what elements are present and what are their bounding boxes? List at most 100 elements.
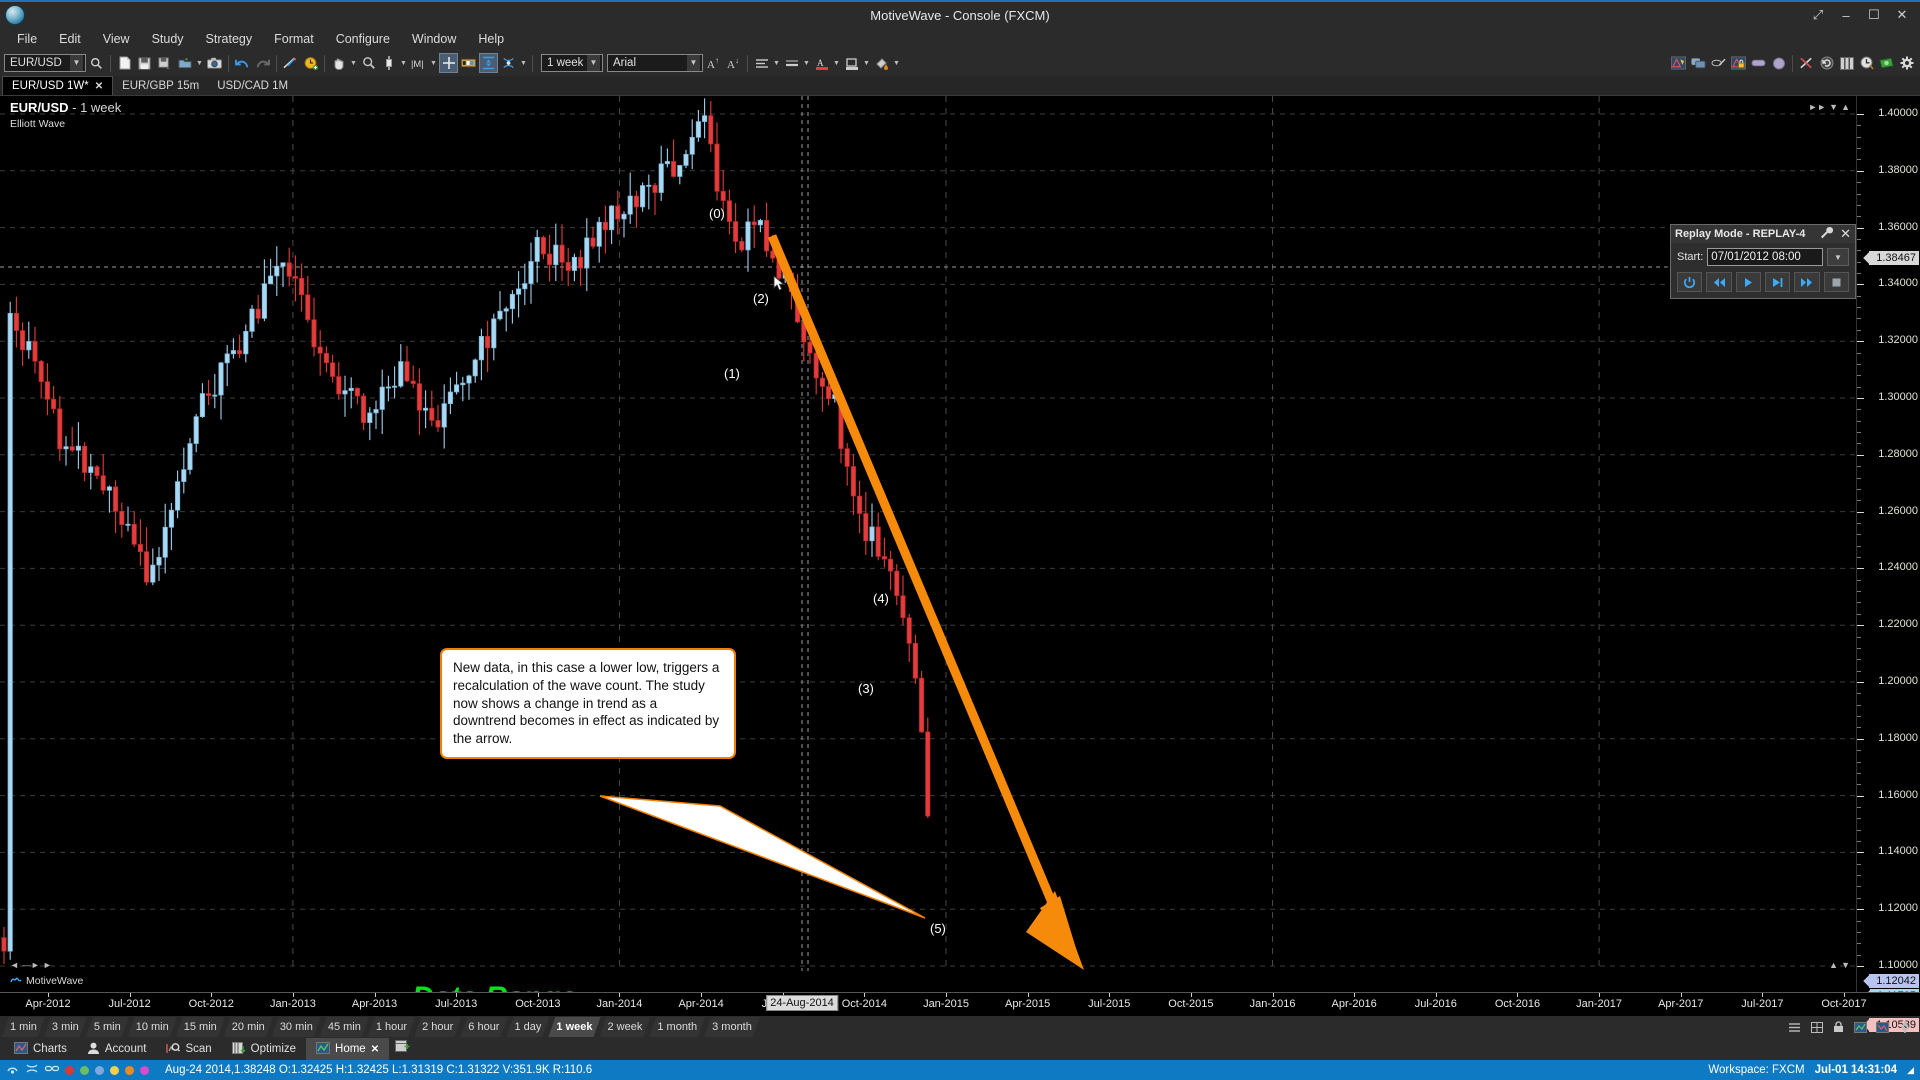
date-axis[interactable]: Apr-2012 Jul-2012 Oct-2012 Jan-2013 Apr-2013… [0,992,1920,1016]
timeframe-chip-1-month[interactable]: 1 month [649,1017,705,1037]
menu-item-file[interactable]: File [6,30,48,48]
maximize-icon[interactable]: ☐ [1860,3,1888,27]
price-axis[interactable]: 1.40000 1.38000 1.36000 1.34000 1.32000 1.300… [1856,96,1920,1032]
chevron-down-icon[interactable]: ▼ [832,60,841,67]
money-icon[interactable] [1877,53,1896,73]
new-doc-icon[interactable] [115,53,134,73]
hand-icon[interactable] [329,53,348,73]
timeframe-chip-5-min[interactable]: 5 min [86,1017,129,1037]
timeframe-chip-20-min[interactable]: 20 min [224,1017,273,1037]
timeframe-chip-2-hour[interactable]: 2 hour [414,1017,461,1037]
timeframe-chip-45-min[interactable]: 45 min [320,1017,369,1037]
connection-icon[interactable] [6,1063,19,1078]
settings-small-icon[interactable] [1895,1017,1914,1037]
chevron-down-icon[interactable]: ▼ [349,60,358,67]
link-dot-4[interactable] [125,1065,134,1075]
chart-tab-0[interactable]: EUR/USD 1W* ✕ [2,76,114,95]
chevron-down-icon[interactable]: ▼ [892,60,901,67]
replay-mode-panel[interactable]: Replay Mode - REPLAY-4 ✕ Start: 07/01/20… [1670,224,1856,299]
close-icon[interactable]: ✕ [1840,226,1851,242]
list-icon[interactable] [1785,1017,1804,1037]
chevron-down-icon[interactable]: ▼ [802,60,811,67]
link-icon[interactable] [499,53,518,73]
fill-color-icon[interactable] [842,53,861,73]
bottom-tab-optimize[interactable]: Optimize [222,1038,306,1060]
timeframe-chip-2-week[interactable]: 2 week [600,1017,651,1037]
lock-icon[interactable] [1729,53,1748,73]
chevron-down-icon[interactable]: ▼ [195,60,204,67]
fit-vertical-icon[interactable] [479,53,498,73]
stop-icon[interactable] [1823,272,1849,292]
menu-item-strategy[interactable]: Strategy [195,30,264,48]
open-folder-icon[interactable] [175,53,194,73]
menu-item-view[interactable]: View [92,30,141,48]
scroll-left-icon[interactable]: ◄ [10,960,19,970]
scroll-up-icon[interactable]: ▲ [1829,960,1838,970]
replay-start-input[interactable]: 07/01/2012 08:00 [1707,248,1823,266]
wave-label-1[interactable]: (2) [753,291,769,306]
chart-right-icon[interactable] [1873,1017,1892,1037]
lock-small-icon[interactable] [1829,1017,1848,1037]
collapse-icon[interactable]: ▼ [1829,102,1838,112]
text-color-icon[interactable]: A [812,53,831,73]
chain-icon[interactable] [44,1064,60,1076]
symbol-combo[interactable]: EUR/USD ▼ [4,54,86,72]
timeframe-chip-10-min[interactable]: 10 min [128,1017,177,1037]
line-style-icon[interactable] [782,53,801,73]
expand-up-icon[interactable]: ▲ [1841,102,1850,112]
rewind-icon[interactable] [1706,272,1732,292]
comment-icon[interactable] [1689,53,1708,73]
refresh-icon[interactable] [1817,53,1836,73]
tools2-icon[interactable] [1797,53,1816,73]
crosshair-icon[interactable] [439,53,458,73]
menu-item-edit[interactable]: Edit [48,30,92,48]
clock-icon[interactable] [1857,53,1876,73]
restore-icon[interactable]: ⤢ [1804,3,1832,27]
wrench-icon[interactable] [1820,226,1834,242]
bottom-tab-charts[interactable]: Charts [4,1038,77,1060]
annotation-callout[interactable]: New data, in this case a lower low, trig… [440,648,736,760]
timeframe-chip-3-min[interactable]: 3 min [44,1017,87,1037]
grid-icon[interactable] [1807,1017,1826,1037]
search-icon[interactable] [87,53,106,73]
menu-item-window[interactable]: Window [401,30,467,48]
play-icon[interactable] [1735,272,1761,292]
chart-left-icon[interactable] [1851,1017,1870,1037]
bottom-tab-account[interactable]: Account [77,1038,157,1060]
menu-item-help[interactable]: Help [467,30,515,48]
wave-label-0[interactable]: (0) [709,206,725,221]
wave-label-3[interactable]: (4) [873,591,889,606]
timeframe-chip-1-hour[interactable]: 1 hour [368,1017,415,1037]
increase-font-icon[interactable]: A ↑ [704,53,723,73]
box-icon[interactable] [1749,53,1768,73]
gear-icon[interactable] [1897,53,1916,73]
link-dot-1[interactable] [80,1065,89,1075]
chevron-down-icon[interactable]: ▼ [429,60,438,67]
close-icon[interactable]: ✕ [371,1044,379,1055]
power-icon[interactable] [1677,272,1703,292]
step-forward-icon[interactable] [1764,272,1791,292]
link-dot-0[interactable] [65,1065,74,1075]
timeframe-chip-3-month[interactable]: 3 month [704,1017,760,1037]
menu-item-format[interactable]: Format [263,30,325,48]
undo-icon[interactable] [233,53,252,73]
link-dot-2[interactable] [95,1065,104,1075]
font-combo[interactable]: Arial ▼ [607,54,703,72]
ellipse-icon[interactable] [1769,53,1788,73]
bar-icon[interactable]: |M| [409,53,428,73]
chevron-down-icon[interactable]: ▼ [772,60,781,67]
chevron-down-icon[interactable]: ▼ [1827,248,1849,266]
alarm-clock-icon[interactable] [301,53,320,73]
paint-icon[interactable] [872,53,891,73]
eraser-icon[interactable] [1709,53,1728,73]
timeframe-chip-1-week[interactable]: 1 week [548,1017,600,1037]
keyboard-icon[interactable] [459,53,478,73]
tools-icon[interactable] [281,53,300,73]
close-icon[interactable]: ✕ [95,81,103,92]
wave-label-5[interactable]: (5) [930,921,946,936]
timeframe-chip-1-min[interactable]: 1 min [2,1017,45,1037]
wave-label-2[interactable]: (1) [724,366,740,381]
new-tab-icon[interactable] [395,1040,410,1058]
candle-icon[interactable] [379,53,398,73]
bottom-tab-home[interactable]: Home ✕ [306,1038,390,1060]
